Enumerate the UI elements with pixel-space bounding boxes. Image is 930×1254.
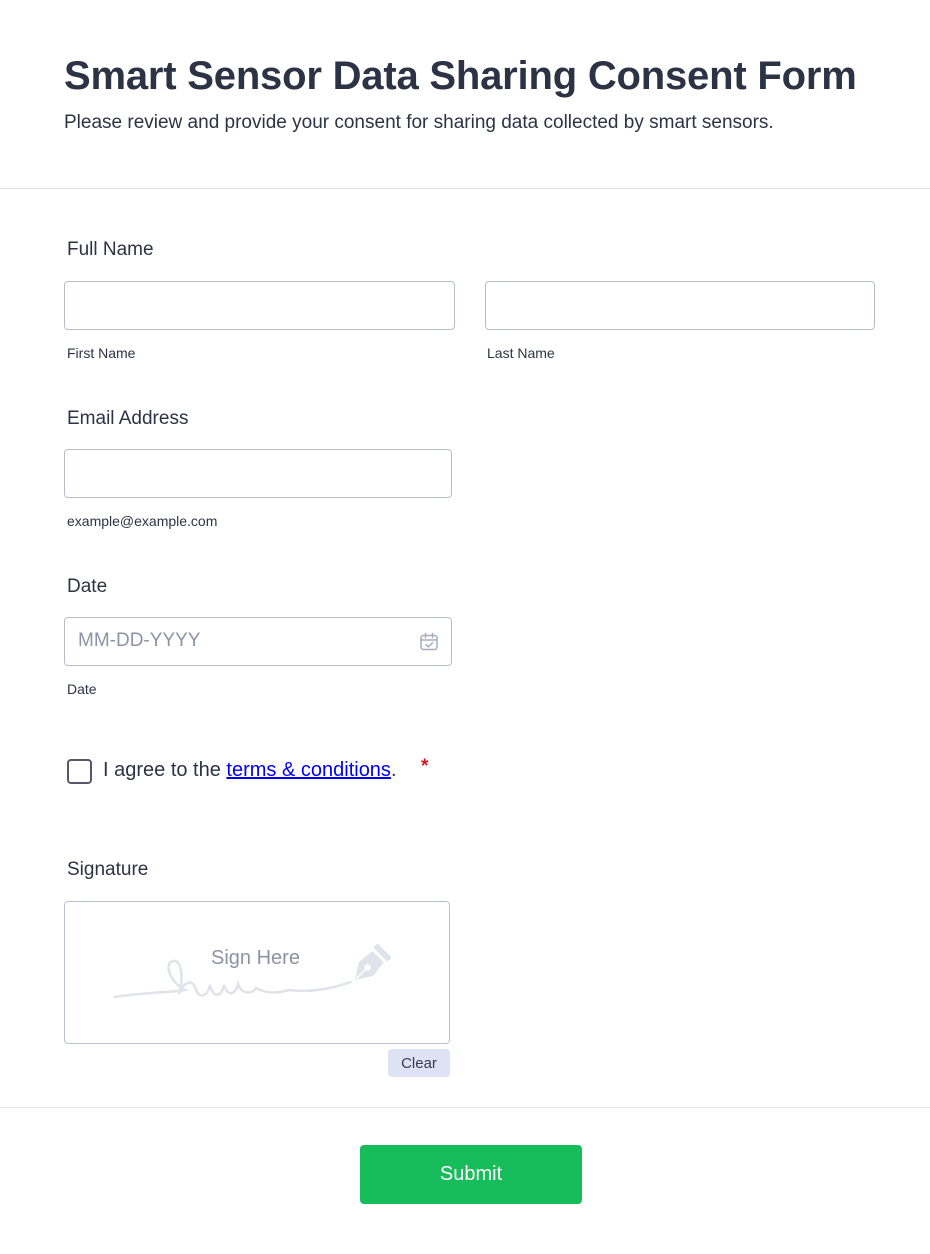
- email-sublabel: example@example.com: [67, 513, 218, 529]
- date-sublabel: Date: [67, 681, 97, 697]
- calendar-icon[interactable]: [419, 632, 439, 652]
- terms-link[interactable]: terms & conditions: [226, 759, 391, 781]
- last-name-input[interactable]: [485, 281, 875, 330]
- signature-pad[interactable]: Sign Here: [64, 901, 450, 1044]
- full-name-label: Full Name: [67, 239, 154, 260]
- pen-nib-icon: [354, 943, 392, 981]
- clear-signature-button[interactable]: Clear: [388, 1049, 450, 1077]
- date-input[interactable]: MM-DD-YYYY: [64, 617, 452, 666]
- form-subtitle: Please review and provide your consent f…: [64, 112, 774, 133]
- first-name-input[interactable]: [64, 281, 455, 330]
- form-title: Smart Sensor Data Sharing Consent Form: [64, 54, 857, 98]
- terms-label: I agree to the terms & conditions.: [103, 759, 397, 781]
- form-header: Smart Sensor Data Sharing Consent Form P…: [0, 0, 930, 189]
- date-label: Date: [67, 576, 108, 597]
- terms-checkbox[interactable]: [67, 759, 92, 784]
- signature-label: Signature: [67, 859, 149, 880]
- date-placeholder: MM-DD-YYYY: [78, 630, 201, 651]
- submit-button[interactable]: Submit: [360, 1145, 582, 1204]
- last-name-sublabel: Last Name: [487, 345, 555, 361]
- sign-here-text: Sign Here: [211, 947, 300, 969]
- required-asterisk: *: [421, 756, 429, 777]
- email-input[interactable]: [64, 449, 452, 498]
- first-name-sublabel: First Name: [67, 345, 136, 361]
- email-label: Email Address: [67, 408, 189, 429]
- footer-divider: [0, 1107, 930, 1108]
